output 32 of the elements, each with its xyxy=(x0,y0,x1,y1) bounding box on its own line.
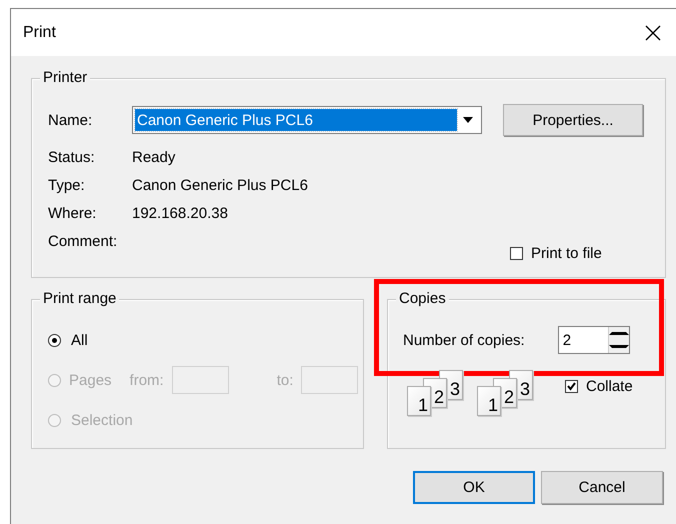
input-field[interactable] xyxy=(172,366,229,394)
field-label: Name: xyxy=(47,112,94,128)
info-value: 192.168.20.38 xyxy=(132,205,228,222)
info-label: Type: xyxy=(47,177,86,194)
field-label: to: xyxy=(276,372,294,388)
field-label: from: xyxy=(130,372,164,388)
printer-dropdown[interactable]: Canon Generic Plus PCL6 xyxy=(132,106,482,134)
group-title: Print range xyxy=(40,290,120,308)
info-label: Status: xyxy=(47,149,96,166)
properties-button[interactable]: Properties... xyxy=(503,104,643,136)
group-title: Copies xyxy=(396,290,449,308)
dialog-button[interactable]: Cancel xyxy=(541,471,663,504)
info-label: Where: xyxy=(47,205,98,222)
checkbox[interactable] xyxy=(510,247,523,260)
close-icon xyxy=(645,24,661,40)
page-icon: 1 xyxy=(407,386,431,416)
info-label: Comment: xyxy=(47,233,118,250)
copies-spinner[interactable]: 2 xyxy=(558,326,630,354)
dropdown-arrow-icon xyxy=(463,117,473,123)
info-value: Canon Generic Plus PCL6 xyxy=(132,177,308,194)
checkbox-label: Print to file xyxy=(531,245,602,262)
checkbox[interactable] xyxy=(565,380,578,392)
info-value: Ready xyxy=(132,149,176,166)
radio-label: Pages xyxy=(69,372,112,388)
dialog-button[interactable]: OK xyxy=(413,471,535,504)
radio-label: Selection xyxy=(71,412,133,428)
radio-label: All xyxy=(71,332,88,348)
input-field[interactable] xyxy=(301,366,358,394)
field-label: Number of copies: xyxy=(403,332,525,348)
page-icon: 1 xyxy=(477,386,501,416)
checkbox-label: Collate xyxy=(586,378,633,394)
window-title: Print xyxy=(23,24,56,42)
